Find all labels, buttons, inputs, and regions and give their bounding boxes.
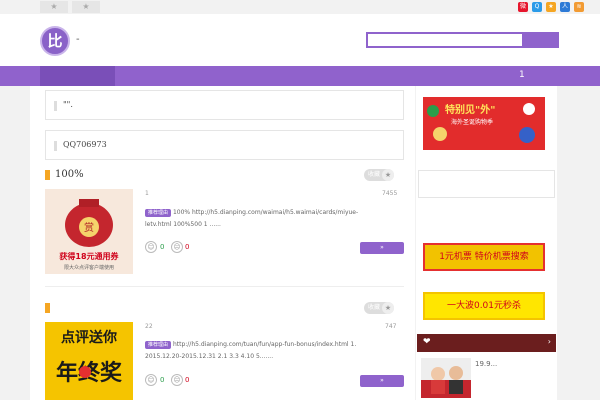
upvote-icon[interactable]: ☺ bbox=[145, 241, 157, 253]
top-bar: ★ ★ 微 Q ★ 人 ≋ bbox=[0, 0, 600, 14]
downvote-count: 0 bbox=[185, 376, 190, 384]
post-meta-right: 747 bbox=[385, 323, 397, 330]
favorite-button[interactable]: ★ bbox=[72, 1, 100, 13]
decoration bbox=[519, 127, 535, 143]
rss-icon[interactable]: ≋ bbox=[574, 2, 584, 12]
upvote-count: 0 bbox=[160, 376, 165, 384]
read-more-button[interactable]: » bbox=[360, 242, 404, 254]
banner-subtitle: 海外圣诞购物季 bbox=[451, 119, 494, 126]
heart-icon: ❤ bbox=[423, 337, 431, 347]
sidebar-section-header: ❤ › bbox=[417, 334, 556, 352]
notice-text: "". bbox=[63, 100, 73, 109]
upvote-count: 0 bbox=[160, 243, 165, 251]
flight-ad[interactable]: 1元机票 特价机票搜索 bbox=[423, 243, 545, 271]
weibo-icon[interactable]: 微 bbox=[518, 2, 528, 12]
flash-sale-ad[interactable]: 一大波0.01元秒杀 bbox=[423, 292, 545, 320]
downvote-count: 0 bbox=[185, 243, 190, 251]
main-nav: 1 bbox=[0, 66, 600, 86]
post-description-text: 100% http://h5.dianping.com/waimai/h5.wa… bbox=[145, 209, 359, 228]
item-thumbnail bbox=[421, 358, 471, 398]
post-title[interactable]: 100% bbox=[55, 169, 84, 180]
post-title-marker bbox=[45, 303, 50, 313]
notice-text: QQ706973 bbox=[63, 140, 107, 149]
sidebar-ad-slot[interactable] bbox=[418, 170, 555, 198]
notice-marker bbox=[54, 101, 57, 111]
notice-marker bbox=[54, 141, 57, 151]
post-thumbnail[interactable]: 点评送你 年终奖 bbox=[45, 322, 133, 400]
downvote-icon[interactable]: ☹ bbox=[171, 241, 183, 253]
decoration bbox=[523, 103, 535, 115]
star-icon: ★ bbox=[82, 2, 90, 11]
upvote-icon[interactable]: ☺ bbox=[145, 374, 157, 386]
decoration bbox=[433, 127, 447, 141]
item-title: 19.9... bbox=[475, 360, 498, 368]
site-name: - bbox=[76, 34, 80, 45]
notice-box: QQ706973 bbox=[45, 130, 404, 160]
sidebar-list-item[interactable]: 19.9... bbox=[417, 352, 556, 400]
thumb-title: 获得18元通用券 bbox=[58, 251, 119, 261]
post-divider bbox=[45, 286, 404, 287]
star-icon: ★ bbox=[382, 169, 394, 181]
collect-button[interactable]: 收藏 ★ bbox=[364, 302, 394, 314]
post-title-marker bbox=[45, 170, 50, 180]
post-meta-left: 22 bbox=[145, 323, 153, 330]
search-button[interactable] bbox=[524, 32, 559, 48]
chevron-right-icon[interactable]: › bbox=[548, 337, 551, 346]
recommend-tag: 推荐理由 bbox=[145, 208, 172, 217]
post-thumbnail[interactable]: 赏 获得18元通用券 限大众点评客户端使用 bbox=[45, 189, 133, 274]
qzone-icon[interactable]: Q bbox=[532, 2, 542, 12]
star-icon[interactable]: ★ bbox=[546, 2, 556, 12]
post-meta-left: 1 bbox=[145, 190, 149, 197]
notice-box: "". bbox=[45, 90, 404, 120]
sidebar-banner[interactable]: 特别见"外" 海外圣诞购物季 bbox=[423, 97, 545, 150]
thumb-sub: 限大众点评客户端使用 bbox=[64, 264, 114, 271]
favorite-button[interactable]: ★ bbox=[40, 1, 68, 13]
post-description: 推荐理由 http://h5.dianping.com/tuan/fun/app… bbox=[145, 339, 375, 363]
post-description-text: http://h5.dianping.com/tuan/fun/app-fun-… bbox=[145, 341, 357, 360]
star-icon: ★ bbox=[382, 302, 394, 314]
post-meta-right: 7455 bbox=[382, 190, 398, 197]
collect-label: 收藏 bbox=[368, 171, 381, 178]
nav-item-home[interactable] bbox=[40, 66, 115, 86]
read-more-button[interactable]: » bbox=[360, 375, 404, 387]
nav-counter[interactable]: 1 bbox=[519, 70, 525, 80]
post-description: 推荐理由 100% http://h5.dianping.com/waimai/… bbox=[145, 207, 375, 231]
collect-label: 收藏 bbox=[368, 304, 381, 311]
search-input[interactable] bbox=[366, 32, 524, 48]
collect-button[interactable]: 收藏 ★ bbox=[364, 169, 394, 181]
recommend-tag: 推荐理由 bbox=[145, 340, 172, 349]
people-icon[interactable]: 人 bbox=[560, 2, 570, 12]
site-logo[interactable]: 比 bbox=[40, 26, 70, 56]
decoration bbox=[427, 105, 439, 117]
downvote-icon[interactable]: ☹ bbox=[171, 374, 183, 386]
site-header: 比 - bbox=[0, 14, 600, 66]
star-icon: ★ bbox=[50, 2, 58, 11]
thumb-title: 点评送你 bbox=[61, 329, 117, 346]
thumb-char: 赏 bbox=[84, 222, 94, 234]
banner-title: 特别见"外" bbox=[445, 105, 496, 116]
